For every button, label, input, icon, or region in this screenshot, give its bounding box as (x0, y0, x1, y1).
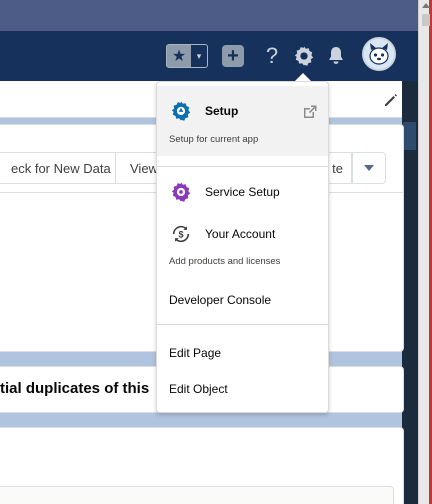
your-account-sublabel: Add products and licenses (169, 256, 281, 267)
chevron-down-icon (364, 165, 374, 171)
check-for-new-data-button[interactable]: eck for New Data (0, 152, 116, 184)
menu-divider (157, 166, 328, 167)
menu-item-edit-page[interactable]: Edit Page (169, 346, 221, 360)
external-link-icon[interactable] (302, 104, 318, 120)
browser-top-strip (0, 0, 418, 31)
global-header: ★ ▾ + ? (0, 31, 418, 81)
star-icon[interactable]: ★ (167, 45, 191, 67)
menu-item-edit-object[interactable]: Edit Object (169, 382, 228, 396)
setup-sublabel: Setup for current app (169, 134, 259, 145)
your-account-label: Your Account (205, 227, 276, 241)
menu-pointer (295, 73, 311, 81)
scroll-up-arrow-icon[interactable] (422, 3, 430, 8)
scrollbar-thumb[interactable] (422, 14, 430, 26)
more-actions-button[interactable] (352, 152, 386, 184)
menu-item-service-setup[interactable]: Service Setup (169, 180, 280, 204)
pencil-icon[interactable] (383, 92, 399, 108)
menu-item-your-account[interactable]: $ Your Account (169, 222, 275, 246)
related-card-inner (0, 486, 394, 504)
setup-label: Setup (205, 104, 239, 118)
user-avatar[interactable] (362, 37, 396, 71)
setup-menu: Setup Setup for current app Service Setu… (156, 81, 329, 413)
gear-icon (169, 99, 193, 123)
menu-item-developer-console[interactable]: Developer Console (169, 293, 271, 307)
edit-page-label: Edit Page (169, 346, 222, 360)
rail-toggle-tab[interactable] (402, 122, 416, 150)
plus-icon[interactable]: + (222, 45, 244, 67)
window-scrollbar[interactable] (418, 0, 432, 504)
dollar-refresh-icon: $ (169, 222, 193, 246)
developer-console-label: Developer Console (169, 293, 272, 307)
utility-rail (402, 118, 418, 504)
menu-divider (157, 324, 328, 325)
chevron-down-icon[interactable]: ▾ (191, 45, 207, 67)
action-button-group: eck for New Data View (0, 152, 166, 184)
gear-icon[interactable] (292, 43, 316, 69)
gear-icon (169, 180, 193, 204)
favorites-group: ★ ▾ (166, 44, 208, 68)
bell-icon[interactable] (326, 44, 346, 68)
service-setup-label: Service Setup (205, 185, 280, 199)
svg-text:$: $ (178, 230, 183, 240)
duplicates-heading: tial duplicates of this (0, 380, 150, 397)
menu-item-setup-row[interactable]: Setup (169, 99, 238, 123)
menu-item-setup[interactable]: Setup Setup for current app (157, 86, 328, 156)
edit-object-label: Edit Object (169, 382, 228, 396)
question-icon[interactable]: ? (262, 43, 282, 69)
